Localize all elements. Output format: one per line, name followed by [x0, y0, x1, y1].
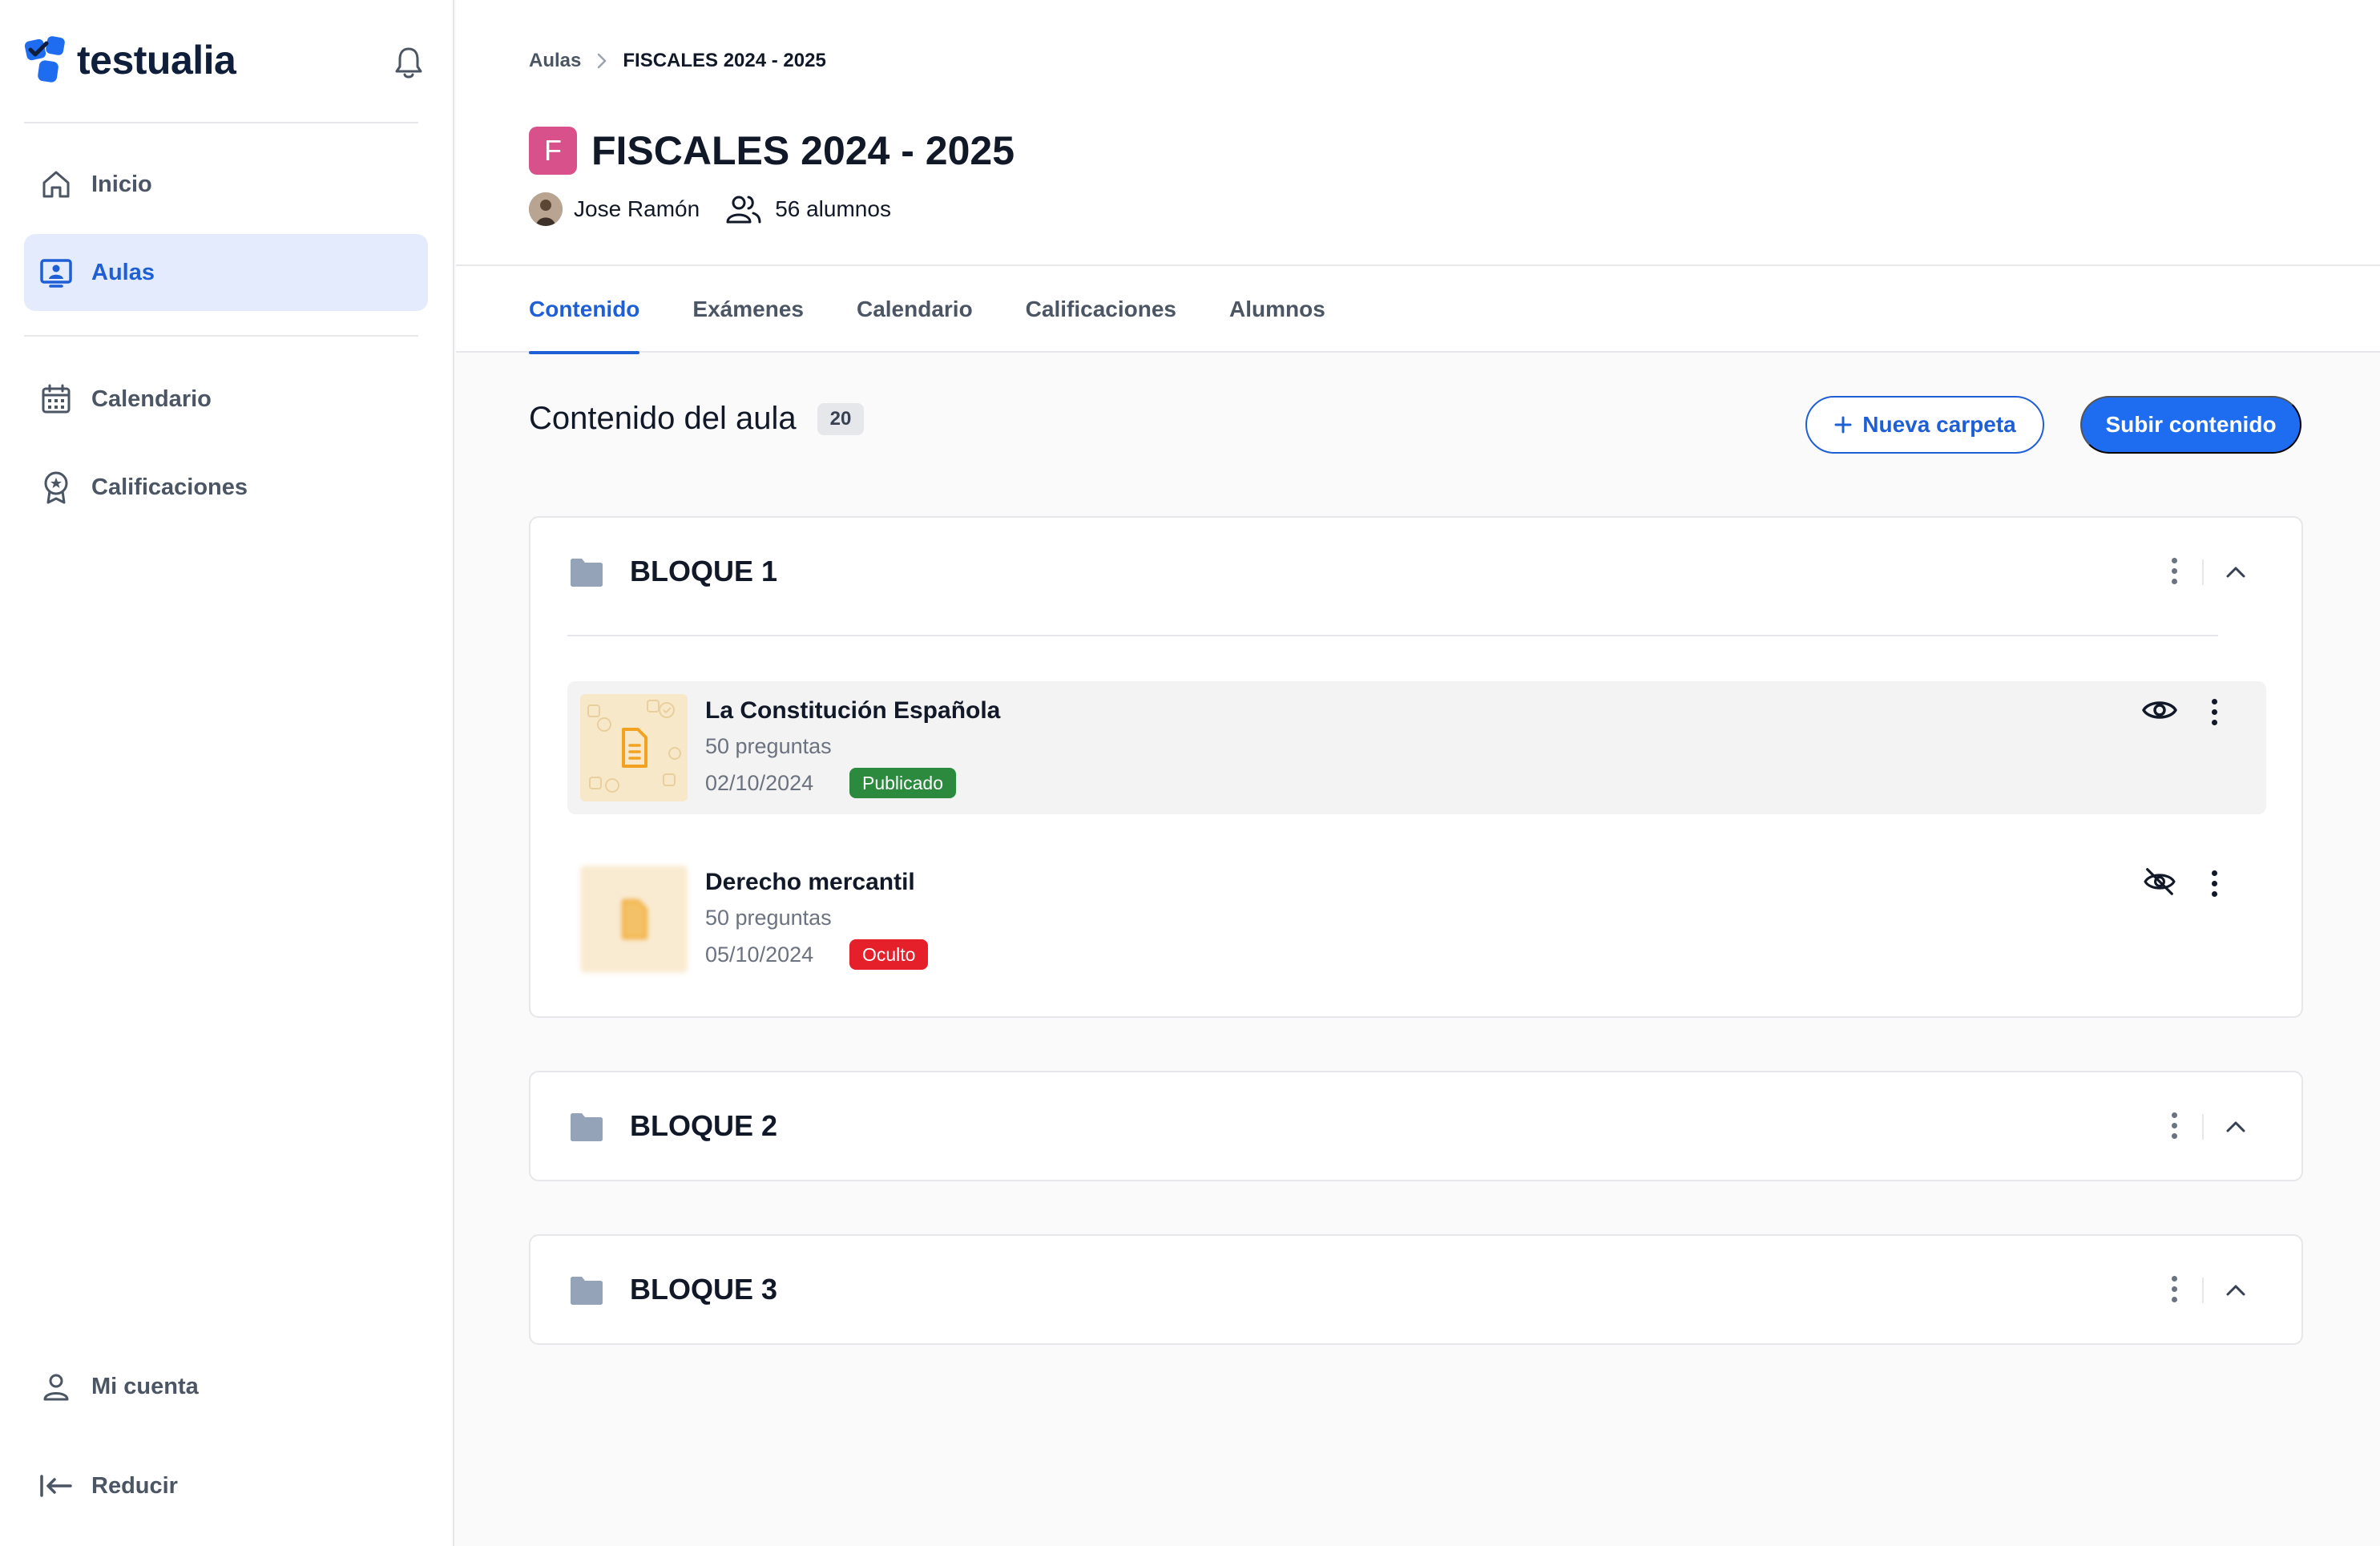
section-title: Contenido del aula [529, 401, 797, 436]
content-date: 02/10/2024 [705, 771, 814, 795]
sidebar-divider [24, 122, 418, 123]
folder-icon [571, 1113, 603, 1141]
tab-calendario[interactable]: Calendario [857, 266, 973, 353]
status-badge: Oculto [849, 939, 929, 970]
folder-icon [571, 1277, 603, 1305]
eye-off-icon[interactable] [2141, 867, 2178, 896]
header-divider [2202, 1278, 2204, 1303]
tab-examenes[interactable]: Exámenes [692, 266, 804, 353]
eye-icon[interactable] [2141, 696, 2178, 725]
breadcrumb-current: FISCALES 2024 - 2025 [623, 50, 826, 71]
folder-icon [571, 559, 603, 587]
course-title-row: F FISCALES 2024 - 2025 [529, 127, 1015, 175]
content-thumbnail [580, 866, 688, 973]
content-questions: 50 preguntas [705, 906, 832, 930]
teacher-avatar [529, 192, 563, 226]
folder-divider [567, 635, 2218, 636]
app-logo[interactable]: testualia [24, 35, 236, 85]
content-date: 05/10/2024 [705, 943, 814, 967]
folder-name: BLOQUE 2 [630, 1109, 778, 1142]
folder-header[interactable]: BLOQUE 1 [530, 518, 2301, 628]
tab-calificaciones[interactable]: Calificaciones [1026, 266, 1176, 353]
new-folder-button[interactable]: Nueva carpeta [1805, 396, 2044, 454]
plus-icon [1834, 416, 1852, 434]
tab-contenido[interactable]: Contenido [529, 266, 640, 354]
content-section-header: Contenido del aula 20 [529, 401, 865, 437]
teacher-name: Jose Ramón [574, 196, 700, 221]
content-count-badge: 20 [817, 402, 865, 435]
sidebar-item-calendario[interactable]: Calendario [24, 361, 428, 438]
logo-icon [24, 36, 65, 83]
sidebar-item-aulas[interactable]: Aulas [24, 234, 428, 311]
sidebar-item-label: Mi cuenta [91, 1373, 199, 1399]
folder-name: BLOQUE 1 [630, 555, 778, 587]
sidebar-collapse-button[interactable]: Reducir [24, 1447, 428, 1524]
sidebar-item-label: Calificaciones [91, 474, 248, 500]
sidebar-item-label: Aulas [91, 259, 155, 285]
main-content: Aulas FISCALES 2024 - 2025 F FISCALES 20… [456, 0, 2380, 1546]
award-icon [38, 470, 74, 505]
sidebar-item-inicio[interactable]: Inicio [24, 146, 428, 223]
header-divider [2202, 1114, 2204, 1140]
folder-more-options-icon[interactable] [2162, 1104, 2186, 1146]
folder-bloque-3: BLOQUE 3 [529, 1234, 2303, 1345]
folder-header[interactable]: BLOQUE 3 [530, 1236, 2301, 1346]
notifications-bell-icon[interactable] [393, 45, 425, 80]
folder-bloque-1: BLOQUE 1 La Constitución Española 50 pre… [529, 516, 2303, 1018]
sidebar-item-label: Reducir [91, 1472, 178, 1499]
breadcrumb-parent-link[interactable]: Aulas [529, 50, 581, 72]
upload-content-button[interactable]: Subir contenido [2080, 396, 2301, 454]
sidebar-item-calificaciones[interactable]: Calificaciones [24, 449, 428, 526]
sidebar: testualia Inicio Aulas Calendario Califi… [0, 0, 454, 1546]
course-avatar-badge: F [529, 127, 577, 175]
new-folder-label: Nueva carpeta [1862, 412, 2016, 437]
home-icon [38, 167, 74, 202]
chevron-up-icon[interactable] [2221, 1276, 2250, 1305]
content-thumbnail [580, 694, 688, 801]
folder-name: BLOQUE 3 [630, 1273, 778, 1306]
item-more-options-icon[interactable] [2202, 862, 2226, 904]
tab-alumnos[interactable]: Alumnos [1229, 266, 1325, 353]
header-divider [2202, 559, 2204, 585]
course-meta: Jose Ramón 56 alumnos [529, 192, 891, 226]
sidebar-item-label: Inicio [91, 171, 152, 197]
course-tabs: Contenido Exámenes Calendario Calificaci… [529, 266, 1378, 354]
folder-more-options-icon[interactable] [2162, 550, 2186, 591]
collapse-left-icon [38, 1468, 74, 1504]
user-icon [38, 1369, 74, 1404]
content-item[interactable]: Derecho mercantil 50 preguntas 05/10/202… [567, 853, 2266, 986]
sidebar-divider [24, 335, 418, 337]
status-badge: Publicado [849, 768, 957, 798]
course-header: Aulas FISCALES 2024 - 2025 F FISCALES 20… [456, 0, 2380, 354]
sidebar-item-mi-cuenta[interactable]: Mi cuenta [24, 1348, 428, 1425]
students-icon [726, 196, 761, 224]
content-title: Derecho mercantil [705, 869, 915, 895]
folder-bloque-2: BLOQUE 2 [529, 1071, 2303, 1181]
item-more-options-icon[interactable] [2202, 691, 2226, 733]
content-title: La Constitución Española [705, 697, 1001, 724]
logo-text: testualia [77, 38, 236, 83]
content-questions: 50 preguntas [705, 734, 832, 758]
content-item[interactable]: La Constitución Española 50 preguntas 02… [567, 681, 2266, 814]
chevron-right-icon [598, 53, 607, 69]
page-title: FISCALES 2024 - 2025 [591, 128, 1015, 173]
chevron-up-icon[interactable] [2221, 558, 2250, 587]
chevron-up-icon[interactable] [2221, 1112, 2250, 1141]
sidebar-item-label: Calendario [91, 385, 212, 412]
breadcrumb: Aulas FISCALES 2024 - 2025 [529, 50, 826, 72]
calendar-icon [38, 381, 74, 417]
folder-more-options-icon[interactable] [2162, 1268, 2186, 1310]
students-count: 56 alumnos [775, 196, 891, 221]
classroom-icon [38, 255, 74, 290]
folder-header[interactable]: BLOQUE 2 [530, 1072, 2301, 1183]
